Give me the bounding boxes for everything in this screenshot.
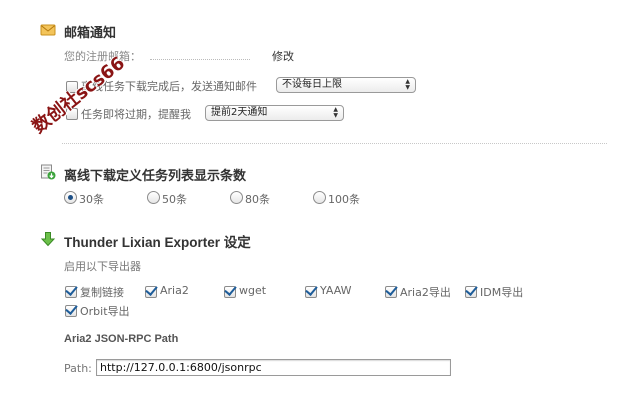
export-aria2-label: Aria2	[160, 284, 189, 297]
envelope-icon	[40, 22, 56, 38]
radio-100[interactable]	[313, 191, 326, 204]
export-aria2-checkbox[interactable]	[145, 286, 157, 298]
export-wget-checkbox[interactable]	[224, 286, 236, 298]
path-label: Path:	[64, 362, 92, 375]
select-arrows-icon: ▲ ▼	[405, 78, 410, 91]
export-wget-label: wget	[239, 284, 267, 297]
expire-remind-select[interactable]: 提前2天通知 ▲ ▼	[205, 105, 344, 121]
export-copy-link-label: 复制链接	[80, 286, 124, 299]
section-divider	[62, 143, 607, 144]
export-orbit-checkbox[interactable]	[65, 305, 77, 317]
export-yaaw-label: YAAW	[320, 284, 352, 297]
radio-50-label: 50条	[162, 193, 187, 206]
export-idm-checkbox[interactable]	[465, 286, 477, 298]
export-copy-link-checkbox[interactable]	[65, 286, 77, 298]
radio-30[interactable]	[64, 191, 77, 204]
modify-email-link[interactable]: 修改	[272, 48, 294, 64]
radio-100-label: 100条	[328, 193, 360, 206]
enable-exporters-label: 启用以下导出器	[64, 260, 141, 273]
radio-80[interactable]	[230, 191, 243, 204]
notify-limit-select[interactable]: 不设每日上限 ▲ ▼	[276, 77, 416, 93]
expire-label: 任务即将过期，提醒我	[81, 108, 191, 121]
exporter-section-title: Thunder Lixian Exporter 设定	[64, 235, 251, 250]
export-yaaw-checkbox[interactable]	[305, 286, 317, 298]
rpc-path-input[interactable]: http://127.0.0.1:6800/jsonrpc	[96, 359, 451, 376]
export-orbit-label: Orbit导出	[80, 305, 130, 318]
export-idm-label: IDM导出	[480, 286, 524, 299]
export-aria2-file-label: Aria2导出	[400, 286, 451, 299]
expire-remind-value: 提前2天通知	[211, 107, 268, 118]
select-arrows-icon: ▲ ▼	[333, 106, 338, 119]
email-value-placeholder	[150, 59, 250, 60]
rpc-section-title: Aria2 JSON-RPC Path	[64, 333, 179, 345]
notify-limit-value: 不设每日上限	[282, 79, 342, 90]
export-aria2-file-checkbox[interactable]	[385, 286, 397, 298]
download-arrow-icon	[40, 231, 56, 247]
radio-80-label: 80条	[245, 193, 270, 206]
display-section-title: 离线下载定义任务列表显示条数	[64, 169, 247, 184]
list-settings-icon	[40, 164, 56, 180]
radio-30-label: 30条	[79, 193, 104, 206]
radio-50[interactable]	[147, 191, 160, 204]
email-section-title: 邮箱通知	[64, 26, 117, 41]
